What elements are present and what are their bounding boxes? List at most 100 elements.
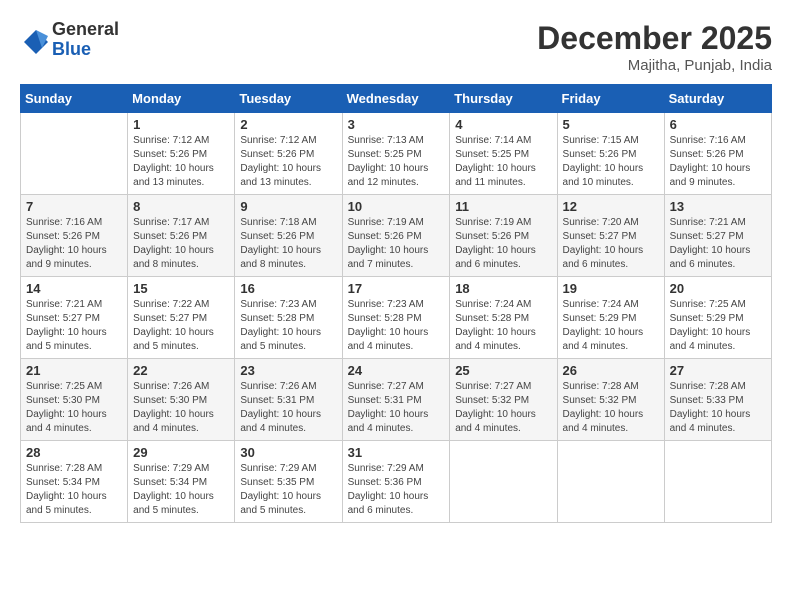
day-info: Sunrise: 7:28 AM Sunset: 5:34 PM Dayligh… [26,462,122,518]
day-number: 17 [348,281,445,296]
calendar-cell: 5 Sunrise: 7:15 AM Sunset: 5:26 PM Daylig… [557,113,664,195]
day-info: Sunrise: 7:28 AM Sunset: 5:32 PM Dayligh… [563,380,659,436]
day-info: Sunrise: 7:24 AM Sunset: 5:29 PM Dayligh… [563,298,659,354]
calendar-cell: 27 Sunrise: 7:28 AM Sunset: 5:33 PM Dayli… [664,359,771,441]
day-number: 6 [670,117,766,132]
day-number: 28 [26,445,122,460]
calendar-cell: 17 Sunrise: 7:23 AM Sunset: 5:28 PM Dayli… [342,277,450,359]
calendar-header-row: SundayMondayTuesdayWednesdayThursdayFrid… [21,85,772,113]
day-info: Sunrise: 7:26 AM Sunset: 5:30 PM Dayligh… [133,380,229,436]
weekday-header: Tuesday [235,85,342,113]
day-number: 30 [240,445,336,460]
calendar-week-row: 7 Sunrise: 7:16 AM Sunset: 5:26 PM Daylig… [21,195,772,277]
day-info: Sunrise: 7:19 AM Sunset: 5:26 PM Dayligh… [348,216,445,272]
day-number: 9 [240,199,336,214]
day-info: Sunrise: 7:26 AM Sunset: 5:31 PM Dayligh… [240,380,336,436]
calendar-week-row: 21 Sunrise: 7:25 AM Sunset: 5:30 PM Dayli… [21,359,772,441]
day-info: Sunrise: 7:14 AM Sunset: 5:25 PM Dayligh… [455,134,551,190]
calendar-cell: 30Sunrise: 7:29 AM Sunset: 5:35 PM Dayli… [235,441,342,523]
day-info: Sunrise: 7:28 AM Sunset: 5:33 PM Dayligh… [670,380,766,436]
day-info: Sunrise: 7:12 AM Sunset: 5:26 PM Dayligh… [133,134,229,190]
day-number: 24 [348,363,445,378]
day-info: Sunrise: 7:17 AM Sunset: 5:26 PM Dayligh… [133,216,229,272]
calendar-cell: 8 Sunrise: 7:17 AM Sunset: 5:26 PM Daylig… [128,195,235,277]
day-info: Sunrise: 7:25 AM Sunset: 5:29 PM Dayligh… [670,298,766,354]
day-number: 14 [26,281,122,296]
weekday-header: Thursday [450,85,557,113]
day-info: Sunrise: 7:27 AM Sunset: 5:32 PM Dayligh… [455,380,551,436]
weekday-header: Wednesday [342,85,450,113]
title-area: December 2025 Majitha, Punjab, India [537,20,772,74]
day-info: Sunrise: 7:19 AM Sunset: 5:26 PM Dayligh… [455,216,551,272]
day-number: 27 [670,363,766,378]
calendar-cell: 7 Sunrise: 7:16 AM Sunset: 5:26 PM Daylig… [21,195,128,277]
day-number: 7 [26,199,122,214]
logo-text: General Blue [52,20,119,60]
calendar-cell [557,441,664,523]
day-number: 13 [670,199,766,214]
calendar-cell: 12Sunrise: 7:20 AM Sunset: 5:27 PM Dayli… [557,195,664,277]
day-number: 15 [133,281,229,296]
calendar-cell: 21 Sunrise: 7:25 AM Sunset: 5:30 PM Dayli… [21,359,128,441]
day-info: Sunrise: 7:25 AM Sunset: 5:30 PM Dayligh… [26,380,122,436]
calendar-cell: 11 Sunrise: 7:19 AM Sunset: 5:26 PM Dayli… [450,195,557,277]
calendar-week-row: 1Sunrise: 7:12 AM Sunset: 5:26 PM Daylig… [21,113,772,195]
day-number: 18 [455,281,551,296]
day-number: 21 [26,363,122,378]
calendar-cell: 14Sunrise: 7:21 AM Sunset: 5:27 PM Dayli… [21,277,128,359]
calendar-cell [450,441,557,523]
day-number: 11 [455,199,551,214]
day-info: Sunrise: 7:18 AM Sunset: 5:26 PM Dayligh… [240,216,336,272]
calendar-cell: 29 Sunrise: 7:29 AM Sunset: 5:34 PM Dayli… [128,441,235,523]
logo: General Blue [20,20,119,60]
location: Majitha, Punjab, India [537,57,772,74]
calendar-week-row: 28 Sunrise: 7:28 AM Sunset: 5:34 PM Dayli… [21,441,772,523]
weekday-header: Monday [128,85,235,113]
calendar-cell: 16 Sunrise: 7:23 AM Sunset: 5:28 PM Dayli… [235,277,342,359]
day-info: Sunrise: 7:16 AM Sunset: 5:26 PM Dayligh… [26,216,122,272]
day-number: 19 [563,281,659,296]
logo-blue: Blue [52,40,119,60]
day-info: Sunrise: 7:12 AM Sunset: 5:26 PM Dayligh… [240,134,336,190]
day-number: 25 [455,363,551,378]
day-info: Sunrise: 7:15 AM Sunset: 5:26 PM Dayligh… [563,134,659,190]
day-info: Sunrise: 7:23 AM Sunset: 5:28 PM Dayligh… [348,298,445,354]
calendar-table: SundayMondayTuesdayWednesdayThursdayFrid… [20,84,772,523]
day-info: Sunrise: 7:22 AM Sunset: 5:27 PM Dayligh… [133,298,229,354]
day-number: 5 [563,117,659,132]
day-number: 31 [348,445,445,460]
calendar-cell: 15 Sunrise: 7:22 AM Sunset: 5:27 PM Dayli… [128,277,235,359]
calendar-cell: 22 Sunrise: 7:26 AM Sunset: 5:30 PM Dayli… [128,359,235,441]
day-number: 3 [348,117,445,132]
calendar-cell: 26Sunrise: 7:28 AM Sunset: 5:32 PM Dayli… [557,359,664,441]
calendar-week-row: 14Sunrise: 7:21 AM Sunset: 5:27 PM Dayli… [21,277,772,359]
calendar-cell: 1Sunrise: 7:12 AM Sunset: 5:26 PM Daylig… [128,113,235,195]
calendar-cell: 4Sunrise: 7:14 AM Sunset: 5:25 PM Daylig… [450,113,557,195]
calendar-cell: 28 Sunrise: 7:28 AM Sunset: 5:34 PM Dayli… [21,441,128,523]
calendar-cell [664,441,771,523]
calendar-cell: 2Sunrise: 7:12 AM Sunset: 5:26 PM Daylig… [235,113,342,195]
day-info: Sunrise: 7:23 AM Sunset: 5:28 PM Dayligh… [240,298,336,354]
calendar-cell: 20Sunrise: 7:25 AM Sunset: 5:29 PM Dayli… [664,277,771,359]
calendar-cell: 24 Sunrise: 7:27 AM Sunset: 5:31 PM Dayli… [342,359,450,441]
day-info: Sunrise: 7:27 AM Sunset: 5:31 PM Dayligh… [348,380,445,436]
day-info: Sunrise: 7:21 AM Sunset: 5:27 PM Dayligh… [670,216,766,272]
day-number: 16 [240,281,336,296]
calendar-cell [21,113,128,195]
day-info: Sunrise: 7:29 AM Sunset: 5:36 PM Dayligh… [348,462,445,518]
calendar-cell: 13 Sunrise: 7:21 AM Sunset: 5:27 PM Dayli… [664,195,771,277]
logo-general: General [52,20,119,40]
page-header: General Blue December 2025 Majitha, Punj… [20,20,772,74]
calendar-cell: 18 Sunrise: 7:24 AM Sunset: 5:28 PM Dayli… [450,277,557,359]
day-info: Sunrise: 7:20 AM Sunset: 5:27 PM Dayligh… [563,216,659,272]
day-number: 23 [240,363,336,378]
calendar-cell: 10Sunrise: 7:19 AM Sunset: 5:26 PM Dayli… [342,195,450,277]
day-number: 8 [133,199,229,214]
day-number: 29 [133,445,229,460]
weekday-header: Saturday [664,85,771,113]
day-number: 22 [133,363,229,378]
logo-icon [20,26,48,54]
day-info: Sunrise: 7:24 AM Sunset: 5:28 PM Dayligh… [455,298,551,354]
day-info: Sunrise: 7:16 AM Sunset: 5:26 PM Dayligh… [670,134,766,190]
day-info: Sunrise: 7:29 AM Sunset: 5:34 PM Dayligh… [133,462,229,518]
